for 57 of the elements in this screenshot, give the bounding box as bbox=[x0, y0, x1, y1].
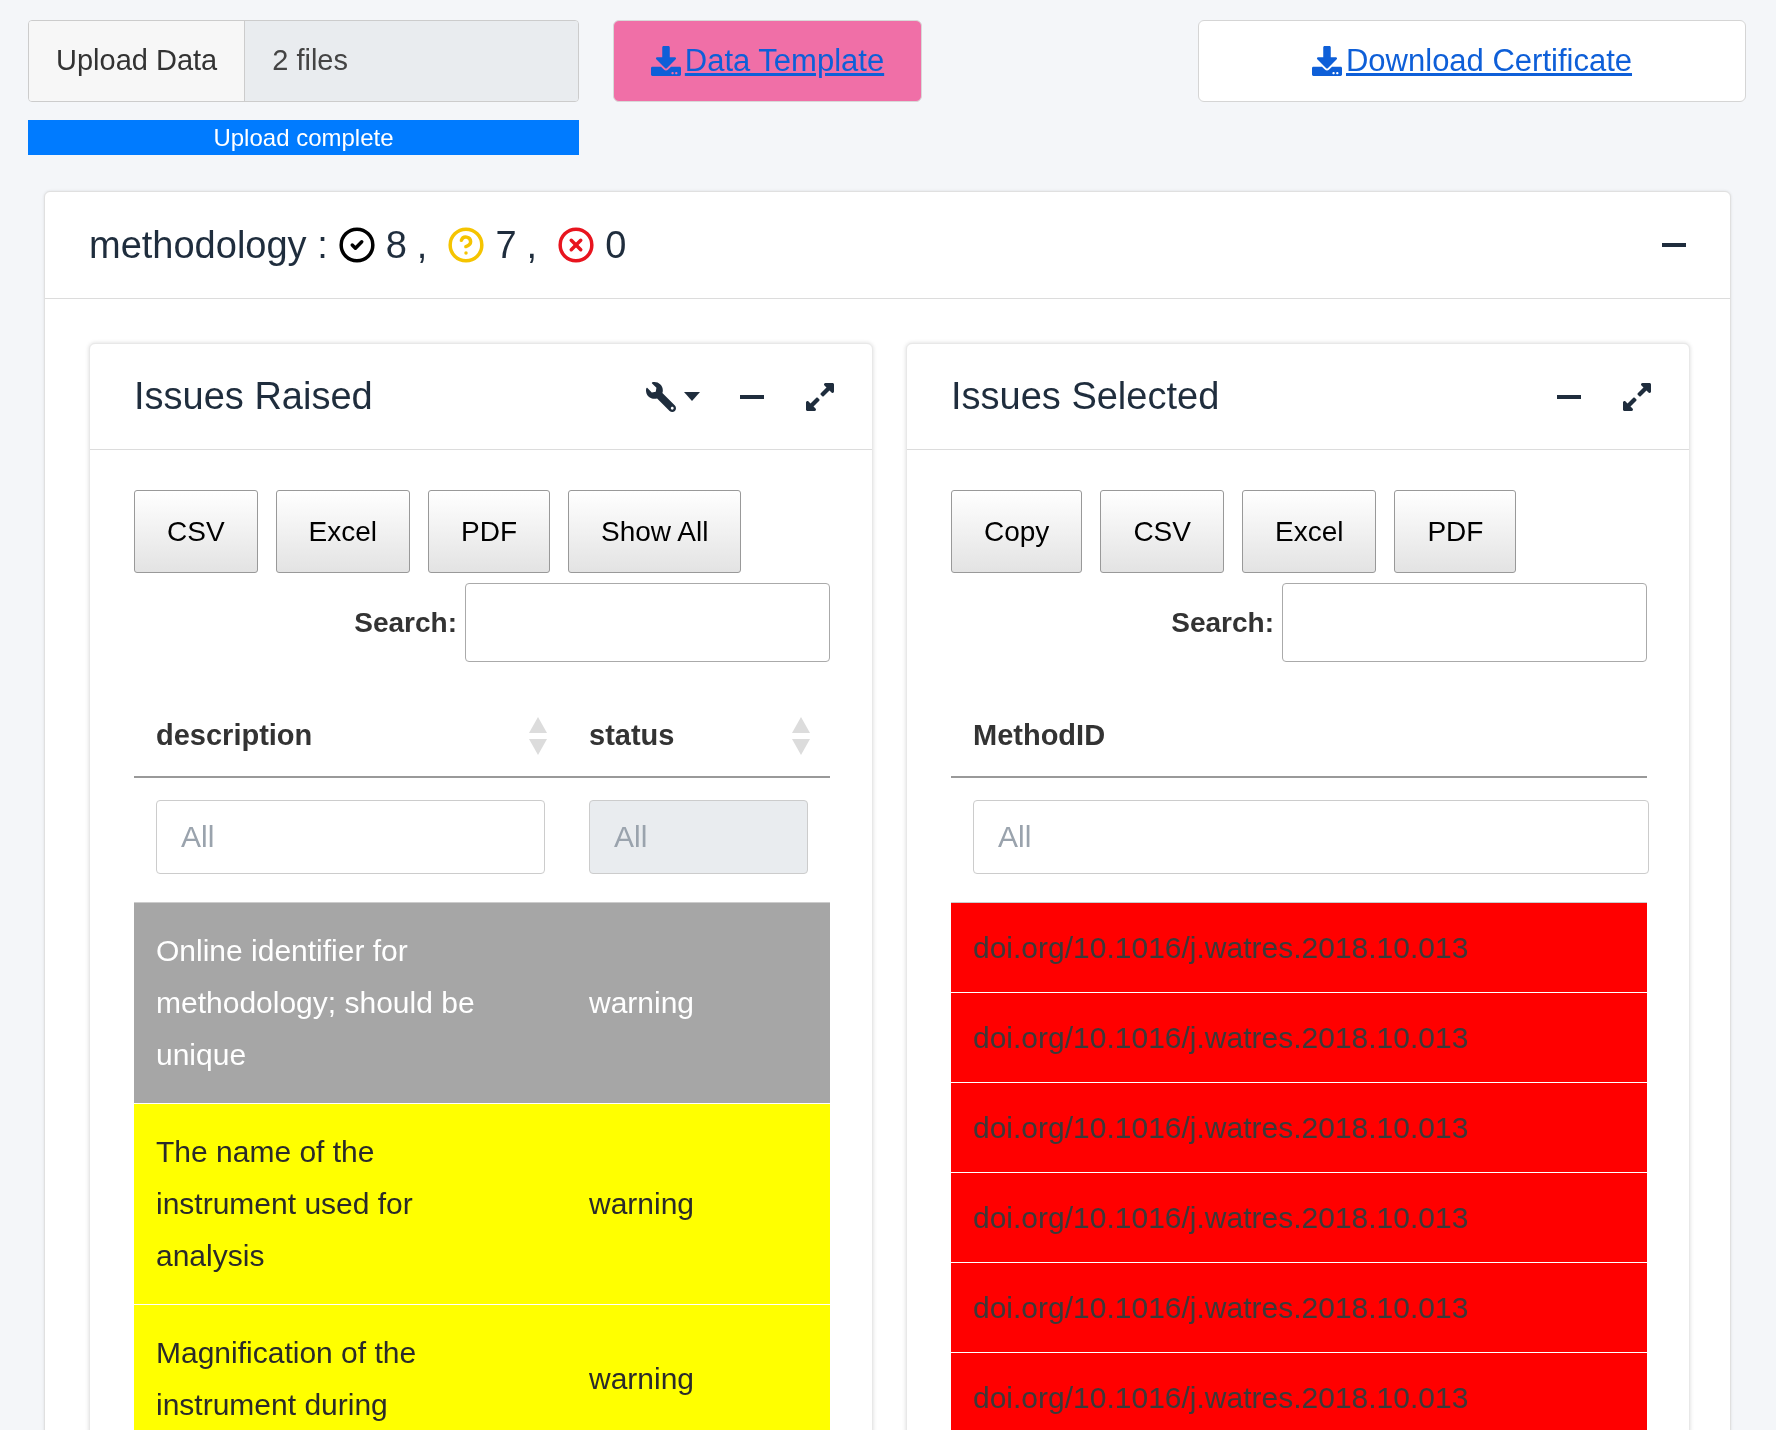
export-button[interactable]: Show All bbox=[568, 490, 742, 573]
caret-icon bbox=[684, 392, 700, 401]
minus-icon bbox=[1557, 394, 1581, 399]
search-field[interactable] bbox=[1282, 583, 1647, 662]
maximize-button[interactable] bbox=[1621, 380, 1653, 413]
search-label: Search: bbox=[354, 605, 457, 640]
separator-text: , bbox=[416, 222, 428, 268]
export-button[interactable]: Excel bbox=[1241, 490, 1377, 573]
table-cell-text: The name of the instrument used for analysis bbox=[156, 1134, 414, 1274]
table-cell-text: Magnification of the instrument during bbox=[156, 1335, 418, 1423]
check-circle-icon bbox=[337, 226, 376, 264]
table-row[interactable]: The name of the instrument used for analysis warning bbox=[134, 1104, 830, 1305]
table-cell-text: doi.org/10.1016/j.watres.2018.10.013 bbox=[973, 1200, 1469, 1236]
card-title: methodology : bbox=[89, 222, 328, 268]
export-button[interactable]: CSV bbox=[134, 490, 258, 573]
download-icon bbox=[1312, 46, 1342, 76]
count-text: 7 bbox=[495, 222, 517, 268]
table-cell-text: doi.org/10.1016/j.watres.2018.10.013 bbox=[973, 1380, 1469, 1416]
table-cell-text: doi.org/10.1016/j.watres.2018.10.013 bbox=[973, 1020, 1469, 1056]
question-circle-icon bbox=[447, 226, 486, 264]
tools-dropdown-button[interactable] bbox=[646, 381, 700, 412]
download-icon bbox=[650, 46, 681, 76]
count-text: 8 bbox=[385, 222, 407, 268]
export-button[interactable]: PDF bbox=[1394, 490, 1517, 573]
maximize-button[interactable] bbox=[804, 380, 836, 413]
collapse-button[interactable] bbox=[1557, 394, 1581, 399]
expand-icon bbox=[804, 380, 836, 413]
column-filter-field[interactable]: All bbox=[156, 800, 545, 874]
table-cell-text: doi.org/10.1016/j.watres.2018.10.013 bbox=[973, 1290, 1469, 1326]
column-header[interactable]: description bbox=[156, 714, 313, 758]
collapse-button[interactable] bbox=[740, 394, 764, 399]
count-text: 0 bbox=[605, 222, 627, 268]
export-button[interactable]: CSV bbox=[1100, 490, 1224, 573]
search-field[interactable] bbox=[465, 583, 830, 662]
export-button[interactable]: Excel bbox=[275, 490, 411, 573]
panel-title: Issues Selected bbox=[951, 374, 1220, 419]
search-label: Search: bbox=[1171, 605, 1274, 640]
table-cell-text: Online identifier for methodology; should be unique bbox=[156, 933, 476, 1073]
table-cell-text: doi.org/10.1016/j.watres.2018.10.013 bbox=[973, 1110, 1469, 1146]
panel-title: Issues Raised bbox=[134, 374, 373, 419]
table-cell-text: warning bbox=[589, 985, 695, 1021]
export-button[interactable]: PDF bbox=[428, 490, 551, 573]
minus-icon bbox=[740, 394, 764, 399]
minus-icon bbox=[1662, 243, 1686, 247]
table-cell-text: doi.org/10.1016/j.watres.2018.10.013 bbox=[973, 930, 1469, 966]
column-header[interactable]: MethodID bbox=[973, 714, 1106, 758]
progress-label: Upload complete bbox=[212, 122, 395, 153]
table-row[interactable]: Magnification of the instrument during warning bbox=[134, 1305, 830, 1430]
expand-icon bbox=[1621, 380, 1653, 413]
table-cell-text: warning bbox=[589, 1186, 695, 1222]
x-circle-icon bbox=[557, 226, 596, 264]
export-button[interactable]: Copy bbox=[951, 490, 1083, 573]
column-filter-field[interactable]: All bbox=[973, 800, 1649, 874]
table-cell-text: warning bbox=[589, 1361, 695, 1397]
separator-text: , bbox=[526, 222, 538, 268]
download-link[interactable]: Download Certificate bbox=[1198, 20, 1746, 102]
wrench-icon bbox=[646, 381, 676, 412]
